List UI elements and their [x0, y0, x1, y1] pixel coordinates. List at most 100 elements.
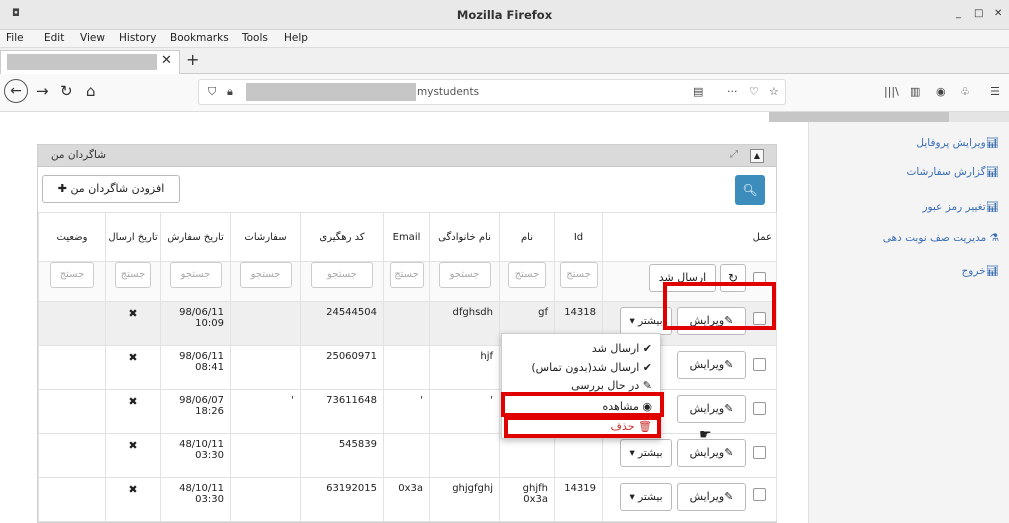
hamburger-menu-icon[interactable]: ☰: [990, 85, 1000, 98]
column-header[interactable]: کد رهگیری: [300, 212, 384, 262]
maximize-icon[interactable]: □: [974, 8, 983, 19]
column-header[interactable]: تاریخ ارسال: [105, 212, 161, 262]
edit-button[interactable]: ✎ویرایش: [677, 351, 746, 379]
reader-view-icon[interactable]: ▤: [693, 85, 703, 98]
forward-icon[interactable]: →: [36, 82, 49, 100]
menu-bookmarks[interactable]: Bookmarks: [170, 32, 229, 44]
menu-file[interactable]: File: [6, 32, 24, 44]
shield-icon[interactable]: ⛉: [208, 85, 216, 99]
close-tab-icon[interactable]: ✕: [161, 53, 172, 68]
edit-button[interactable]: ✎ویرایش: [677, 307, 746, 335]
library-icon[interactable]: |||\: [884, 85, 899, 98]
more-dropdown-button[interactable]: بیشتر ▾: [620, 307, 672, 335]
cell-tracking: 24544504: [300, 301, 384, 346]
cell-last-name: dfghsdh: [429, 301, 500, 346]
lock-icon[interactable]: 🔒︎: [227, 85, 233, 99]
sidebar-item-queue-management[interactable]: ⚗︎ مدیریت صف نوبت دهی: [883, 232, 999, 244]
bookmark-star-icon[interactable]: ☆: [769, 85, 779, 98]
menu-item-view[interactable]: ◉ مشاهده: [602, 400, 652, 413]
menu-edit[interactable]: Edit: [44, 32, 64, 44]
filter-order-date-input[interactable]: جستجو: [169, 262, 222, 288]
edit-button[interactable]: ✎ویرایش: [677, 483, 746, 511]
url-text: mystudents: [417, 86, 480, 98]
filter-orders-input[interactable]: جستجو: [239, 262, 292, 288]
more-dropdown-button[interactable]: بیشتر ▾: [620, 439, 672, 467]
close-window-icon[interactable]: ✕: [994, 8, 1002, 19]
column-header[interactable]: تاریخ سفارش: [160, 212, 231, 262]
row-checkbox[interactable]: [753, 446, 766, 459]
window-title: Mozilla Firefox: [456, 8, 553, 22]
reload-icon[interactable]: ↻: [60, 82, 73, 100]
pocket-icon[interactable]: ♡: [749, 85, 759, 98]
row-checkbox[interactable]: [753, 312, 766, 325]
more-dropdown-button[interactable]: بیشتر ▾: [620, 483, 672, 511]
mouse-cursor-icon: ☛: [699, 427, 712, 443]
select-all-checkbox[interactable]: [753, 272, 766, 285]
menu-tools[interactable]: Tools: [242, 32, 268, 44]
more-actions-menu: ✔ ارسال شد ✔ ارسال شد(بدون تماس) ✎ در حا…: [501, 333, 661, 439]
url-bar[interactable]: ⛉ 🔒︎ mystudents ▤ ··· ♡ ☆: [198, 79, 786, 105]
column-header[interactable]: Id: [554, 212, 603, 262]
new-tab-icon[interactable]: +: [186, 50, 199, 69]
menu-item-sent[interactable]: ✔ ارسال شد: [592, 342, 652, 355]
cell-email: 0x3a: [383, 477, 430, 522]
cell-order-date: 48/10/11 03:30: [160, 433, 231, 478]
menu-item-delete[interactable]: 🗑︎ حذف: [611, 420, 652, 433]
filter-email-input[interactable]: جستج: [389, 262, 424, 288]
sidebar-toggle-icon[interactable]: ▥: [910, 85, 920, 98]
menu-bar: File Edit View History Bookmarks Tools H…: [0, 30, 1009, 48]
filter-status-input[interactable]: جستج: [50, 262, 94, 288]
browser-tab[interactable]: ✕: [0, 50, 180, 74]
filter-first-name-input[interactable]: جستج: [508, 262, 546, 288]
edit-icon: ✎: [642, 379, 652, 392]
cell-email: ': [383, 389, 430, 434]
edit-button[interactable]: ✎ویرایش: [677, 395, 746, 423]
menu-help[interactable]: Help: [284, 32, 308, 44]
menu-item-sent-no-contact[interactable]: ✔ ارسال شد(بدون تماس): [531, 361, 652, 374]
my-students-panel: ⤢ ▲ شاگردان من ✚ افزودن شاگردان من 🔍︎ وض…: [37, 144, 777, 523]
mark-sent-button[interactable]: ارسال شد: [649, 264, 716, 292]
menu-item-reviewing[interactable]: ✎ در حال بررسی: [571, 379, 652, 392]
caret-down-icon: ▾: [629, 447, 635, 459]
menu-history[interactable]: History: [119, 32, 156, 44]
filter-last-name-input[interactable]: جستجو: [438, 262, 491, 288]
sidebar-item-edit-profile[interactable]: 📊︎ویرایش پروفایل: [916, 136, 999, 149]
filter-id-input[interactable]: جستج: [559, 262, 598, 288]
refresh-button[interactable]: ↻: [720, 264, 746, 292]
column-header[interactable]: سفارشات: [230, 212, 301, 262]
column-header[interactable]: نام: [499, 212, 555, 262]
row-checkbox[interactable]: [753, 358, 766, 371]
cell-sent: ✖: [105, 389, 161, 434]
account-icon[interactable]: ◉: [936, 85, 946, 98]
page-actions-icon[interactable]: ···: [727, 85, 738, 98]
sidebar-item-orders-report[interactable]: 📊︎گزارش سفارشات: [906, 165, 999, 178]
cell-status: [38, 433, 106, 478]
pencil-icon: ✎: [724, 358, 734, 371]
minimize-icon[interactable]: _: [956, 8, 961, 19]
column-header[interactable]: وضعیت: [38, 212, 106, 262]
extension-icon[interactable]: ♧: [960, 85, 970, 98]
cell-orders: [230, 433, 301, 478]
column-header[interactable]: نام خانوادگی: [429, 212, 500, 262]
add-students-button[interactable]: ✚ افزودن شاگردان من: [42, 175, 180, 203]
filter-sent-date-input[interactable]: جستج: [115, 262, 151, 288]
sidebar-item-logout[interactable]: 📊︎خروج: [962, 264, 999, 277]
refresh-icon: ↻: [727, 271, 739, 285]
edit-button[interactable]: ✎ویرایش: [677, 439, 746, 467]
cell-orders: [230, 477, 301, 522]
search-button[interactable]: 🔍︎: [735, 175, 765, 205]
expand-icon[interactable]: ⤢: [730, 149, 738, 160]
column-header[interactable]: Email: [383, 212, 430, 262]
sidebar-item-change-password[interactable]: 📊︎تغییر رمز عبور: [922, 200, 999, 213]
back-icon[interactable]: ←: [4, 79, 28, 103]
row-checkbox[interactable]: [753, 402, 766, 415]
filter-tracking-input[interactable]: جستجو: [311, 262, 373, 288]
home-icon[interactable]: ⌂: [86, 82, 96, 100]
collapse-icon[interactable]: ▲: [750, 149, 764, 163]
cell-id: [554, 433, 603, 478]
table-row: ✖ 98/06/11 08:41 25060971 hjf ✎ویرایش: [38, 345, 777, 390]
row-checkbox[interactable]: [753, 488, 766, 501]
menu-view[interactable]: View: [80, 32, 105, 44]
cell-tracking: 73611648: [300, 389, 384, 434]
redacted-url: [246, 83, 416, 101]
